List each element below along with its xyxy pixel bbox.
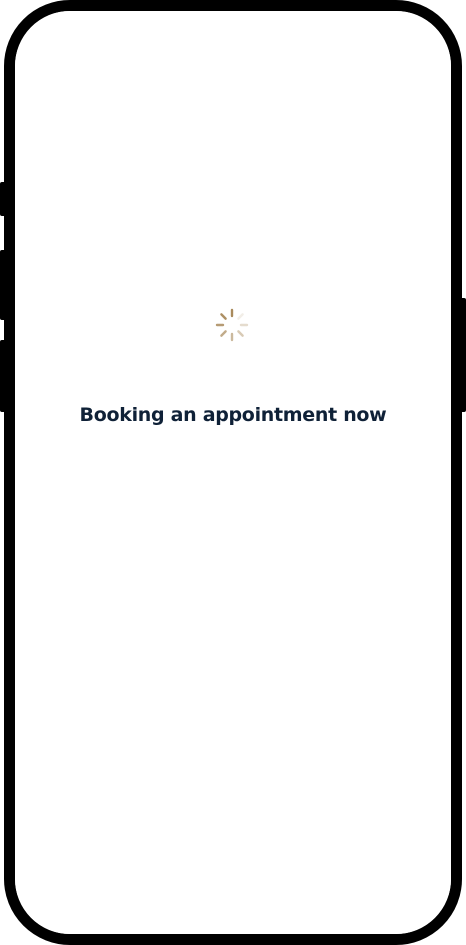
loading-spinner-icon — [215, 308, 249, 342]
loading-message: Booking an appointment now — [79, 404, 387, 426]
loading-screen: Booking an appointment now — [15, 11, 451, 934]
phone-mockup: Booking an appointment now — [0, 0, 466, 945]
